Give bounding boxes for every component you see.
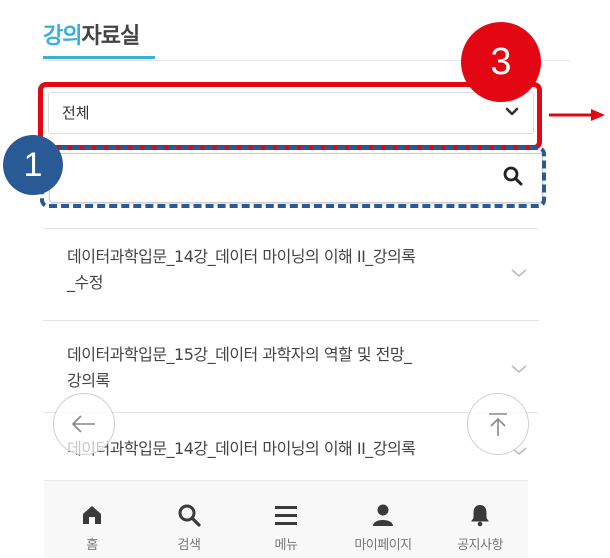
list-item-title: 데이터과학입문_14강_데이터 마이닝의 이해 II_강의록 (67, 439, 416, 458)
search-icon (178, 504, 201, 527)
annotation-badge-1: 1 (3, 135, 63, 195)
user-icon (373, 504, 393, 526)
home-icon (83, 506, 101, 524)
list-item[interactable]: 데이터과학입문_14강_데이터 마이닝의 이해 II_강의록 _수정 (67, 244, 507, 296)
annotation-badge-3: 3 (461, 22, 541, 102)
title-underline (43, 56, 155, 59)
list-divider (43, 412, 539, 413)
tab-label: 메뉴 (274, 538, 298, 553)
bell-icon (471, 505, 489, 527)
tab-notice[interactable]: 공지사항 (432, 481, 528, 558)
annotation-box-search (40, 146, 546, 208)
list-item-title-cont: 강의록 (67, 371, 110, 390)
tab-label: 홈 (86, 538, 98, 553)
tab-label: 검색 (177, 538, 201, 553)
page-title-highlight: 강의 (43, 24, 82, 49)
tab-mypage[interactable]: 마이페이지 (335, 481, 431, 558)
arrow-up-to-top-icon (489, 413, 507, 436)
chevron-down-icon[interactable] (510, 364, 528, 374)
arrow-left-icon (71, 415, 95, 433)
chevron-down-icon[interactable] (510, 268, 528, 278)
tab-label: 공지사항 (457, 538, 503, 553)
back-button[interactable] (53, 393, 115, 455)
bottom-tab-bar: 홈 검색 메뉴 마이페이지 공지사항 (44, 480, 528, 558)
list-item-title-cont: _수정 (67, 273, 103, 292)
tab-label: 마이페이지 (354, 538, 412, 553)
tab-search[interactable]: 검색 (141, 481, 237, 558)
annotation-arrow-icon (549, 109, 605, 121)
page-title: 강의자료실 (43, 18, 140, 50)
page-title-rest: 자료실 (81, 24, 140, 49)
list-item[interactable]: 데이터과학입문_14강_데이터 마이닝의 이해 II_강의록 (67, 436, 507, 462)
list-item[interactable]: 데이터과학입문_15강_데이터 과학자의 역할 및 전망_ 강의록 (67, 342, 507, 394)
list-divider (43, 228, 539, 229)
tab-menu[interactable]: 메뉴 (238, 481, 334, 558)
list-item-title: 데이터과학입문_14강_데이터 마이닝의 이해 II_강의록 (67, 247, 416, 266)
list-item-title: 데이터과학입문_15강_데이터 과학자의 역할 및 전망_ (67, 345, 412, 364)
annotation-box-select (38, 82, 542, 150)
list-divider (43, 320, 539, 321)
scroll-top-button[interactable] (467, 393, 529, 455)
tab-home[interactable]: 홈 (44, 481, 140, 558)
menu-icon (275, 506, 297, 525)
